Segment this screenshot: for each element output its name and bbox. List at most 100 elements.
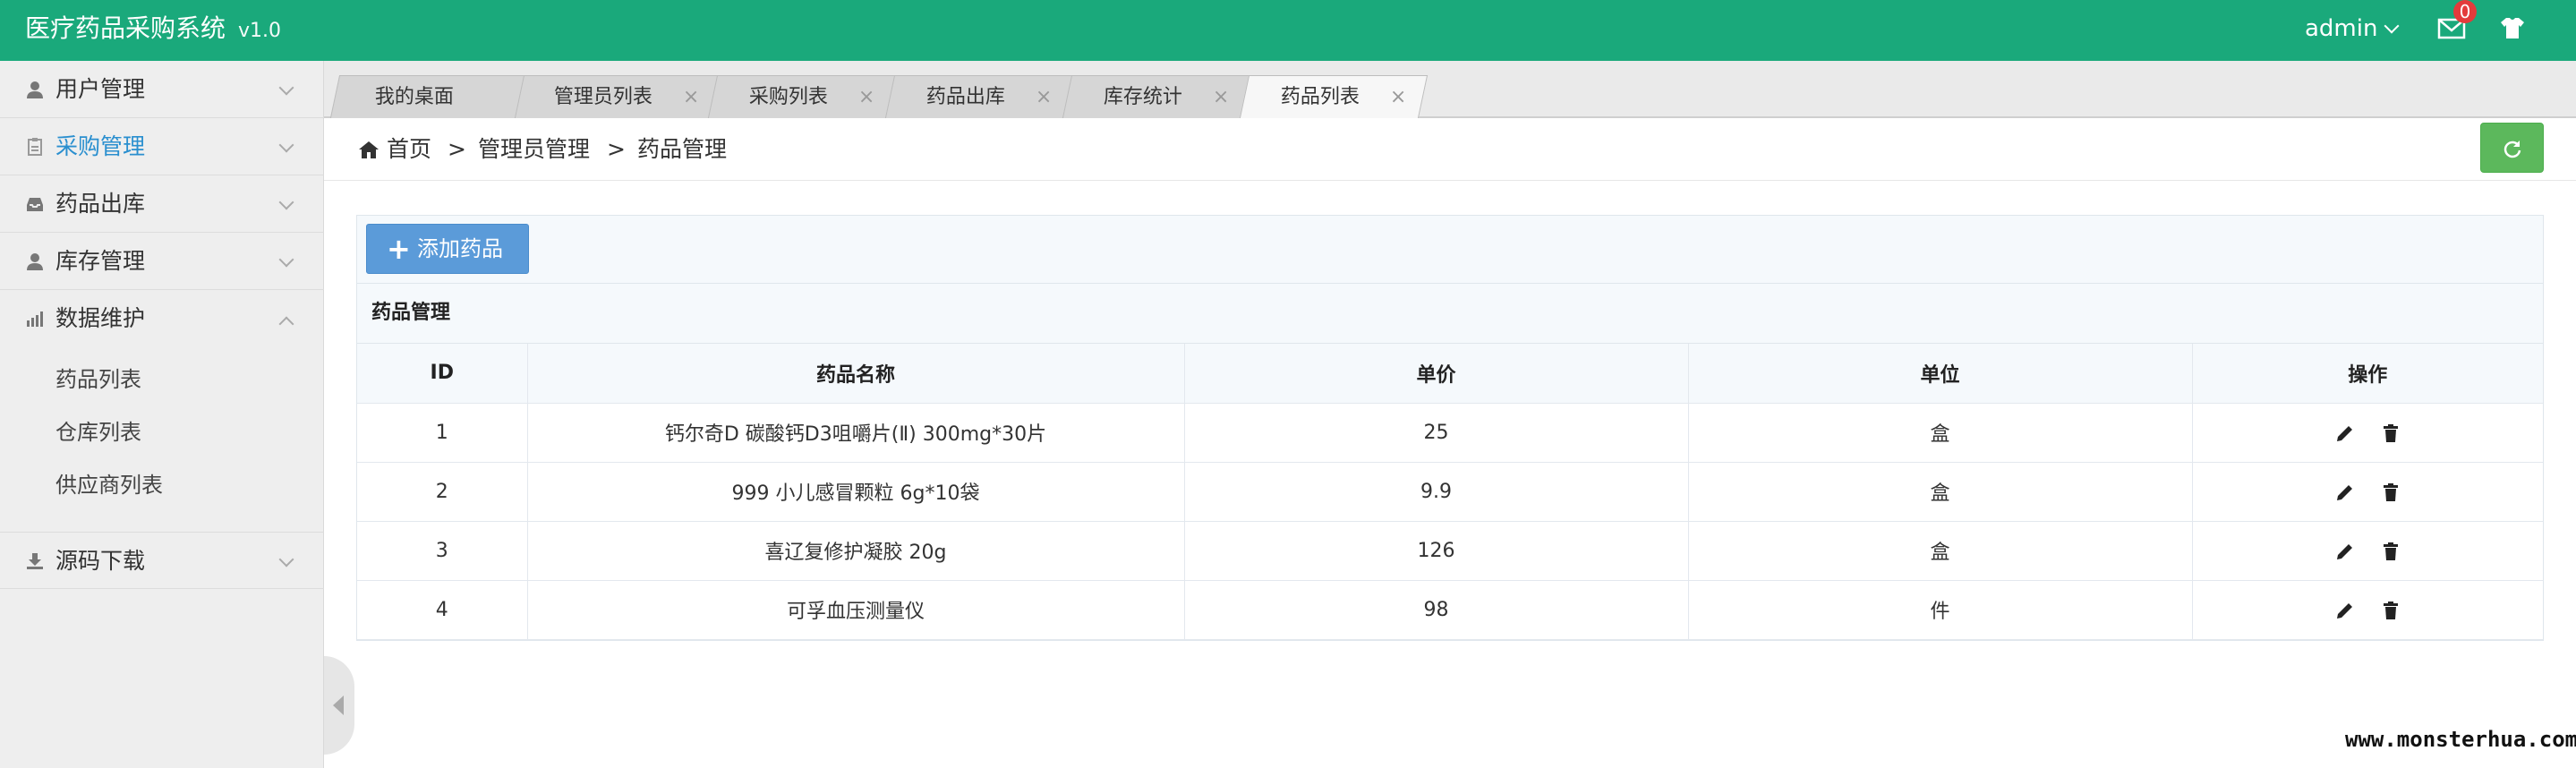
sidebar-item-source-download[interactable]: 源码下载 [0, 532, 324, 589]
breadcrumb-separator: > [607, 136, 626, 162]
add-drug-label: 添加药品 [417, 236, 503, 261]
tab-inventory-stats[interactable]: 库存统计 × [1062, 75, 1251, 119]
drug-table: ID 药品名称 单价 单位 操作 1 钙尔奇D 碳酸钙D3咀嚼片(Ⅱ) 300m… [357, 344, 2543, 640]
sidebar-item-label: 用户管理 [55, 76, 146, 102]
table-row: 1 钙尔奇D 碳酸钙D3咀嚼片(Ⅱ) 300mg*30片 25 盒 [357, 402, 2543, 463]
tab-admin-list[interactable]: 管理员列表 × [514, 75, 721, 119]
tshirt-icon[interactable] [2497, 14, 2528, 41]
user-icon [27, 253, 43, 270]
cell-actions [2191, 402, 2543, 463]
mail-count-badge: 0 [2453, 0, 2477, 23]
app-brand: 医疗药品采购系统 v1.0 [25, 11, 281, 49]
tab-label: 管理员列表 [553, 86, 653, 108]
cell-id: 4 [357, 579, 528, 640]
table-row: 3 喜辽复修护凝胶 20g 126 盒 [357, 520, 2543, 581]
add-drug-button[interactable]: + 添加药品 [366, 224, 529, 274]
edit-icon[interactable] [2334, 541, 2356, 562]
cell-name: 999 小儿感冒颗粒 6g*10袋 [526, 461, 1185, 522]
edit-icon[interactable] [2334, 600, 2356, 621]
cell-unit: 件 [1687, 579, 2193, 640]
tab-label: 药品出库 [925, 86, 1005, 108]
sidebar-item-inventory-management[interactable]: 库存管理 [0, 233, 324, 290]
cell-id: 2 [357, 461, 528, 522]
sidebar-item-purchase-management[interactable]: 采购管理 [0, 118, 324, 175]
top-header: 医疗药品采购系统 v1.0 admin 0 [0, 0, 2576, 61]
column-header-price: 单价 [1183, 344, 1689, 404]
sidebar-item-label: 药品出库 [55, 191, 146, 217]
submenu-item-warehouse-list[interactable]: 仓库列表 [55, 414, 141, 450]
sidebar-collapse-handle[interactable] [324, 656, 354, 755]
close-icon[interactable]: × [683, 76, 699, 119]
cell-actions [2191, 461, 2543, 522]
tab-drug-list[interactable]: 药品列表 × [1239, 75, 1429, 119]
sidebar: 用户管理 采购管理 药品出库 库存管理 数据维护 药品列表 仓库列表 供应商列表… [0, 61, 324, 768]
cell-price: 9.9 [1183, 461, 1689, 522]
drug-panel: + 添加药品 药品管理 ID 药品名称 单价 单位 操作 1 钙尔奇D 碳酸钙D… [356, 215, 2544, 641]
edit-icon[interactable] [2334, 422, 2356, 444]
submenu-item-supplier-list[interactable]: 供应商列表 [55, 467, 163, 503]
cell-unit: 盒 [1687, 520, 2193, 581]
sidebar-item-label: 采购管理 [55, 133, 146, 159]
download-icon [27, 553, 43, 569]
tab-label: 采购列表 [748, 86, 828, 108]
tab-my-desktop[interactable]: 我的桌面 [329, 75, 528, 118]
chevron-down-icon [278, 80, 294, 96]
column-header-name: 药品名称 [526, 344, 1185, 404]
cell-price: 126 [1183, 520, 1689, 581]
close-icon[interactable]: × [1213, 76, 1229, 119]
user-icon [27, 81, 43, 98]
app-version: v1.0 [238, 20, 282, 42]
edit-icon[interactable] [2334, 482, 2356, 503]
breadcrumb-separator: > [448, 136, 466, 162]
submenu-item-drug-list[interactable]: 药品列表 [55, 362, 141, 397]
refresh-button[interactable] [2480, 123, 2544, 173]
tab-drug-outbound[interactable]: 药品出库 × [884, 75, 1074, 119]
table-header-row: ID 药品名称 单价 单位 操作 [357, 344, 2543, 404]
chevron-down-icon [278, 551, 294, 567]
chevron-down-icon [278, 194, 294, 210]
tab-bar: 我的桌面 管理员列表 × 采购列表 × 药品出库 × 库存统计 × 药品列表 × [324, 61, 2576, 118]
chevron-down-icon [278, 252, 294, 268]
sidebar-item-label: 数据维护 [55, 305, 146, 331]
clipboard-icon [28, 138, 42, 156]
cell-actions [2191, 579, 2543, 640]
chevron-up-icon [278, 316, 294, 332]
cell-actions [2191, 520, 2543, 581]
trash-icon[interactable] [2380, 422, 2401, 444]
site-watermark: www.monsterhua.com [2345, 727, 2576, 752]
tab-purchase-list[interactable]: 采购列表 × [707, 75, 897, 119]
cell-name: 可孚血压测量仪 [526, 579, 1185, 640]
close-icon[interactable]: × [1390, 76, 1406, 119]
cell-id: 1 [357, 402, 528, 463]
table-row: 2 999 小儿感冒颗粒 6g*10袋 9.9 盒 [357, 461, 2543, 522]
chevron-down-icon [278, 137, 294, 153]
breadcrumb-admin-management[interactable]: 管理员管理 [478, 118, 590, 181]
user-name: admin [2305, 15, 2378, 42]
tab-label: 药品列表 [1280, 86, 1360, 108]
sidebar-item-label: 源码下载 [55, 548, 146, 574]
user-menu[interactable]: admin [2305, 11, 2400, 47]
sidebar-item-data-maintenance[interactable]: 数据维护 [0, 290, 324, 347]
breadcrumb-drug-management: 药品管理 [637, 136, 728, 162]
trash-icon[interactable] [2380, 541, 2401, 562]
breadcrumb-home[interactable]: 首页 [387, 118, 431, 181]
breadcrumb: 首页 > 管理员管理 > 药品管理 [324, 118, 2576, 181]
column-header-actions: 操作 [2191, 344, 2543, 404]
cell-price: 25 [1183, 402, 1689, 463]
trash-icon[interactable] [2380, 600, 2401, 621]
close-icon[interactable]: × [858, 76, 874, 119]
home-icon [359, 141, 379, 158]
tab-label: 库存统计 [1103, 86, 1182, 108]
tab-label: 我的桌面 [374, 86, 454, 108]
sidebar-item-label: 库存管理 [55, 248, 146, 274]
sidebar-item-user-management[interactable]: 用户管理 [0, 61, 324, 118]
panel-toolbar: + 添加药品 [357, 216, 2543, 284]
cell-name: 喜辽复修护凝胶 20g [526, 520, 1185, 581]
trash-icon[interactable] [2380, 482, 2401, 503]
cell-unit: 盒 [1687, 461, 2193, 522]
column-header-id: ID [357, 344, 528, 404]
plus-icon: + [387, 232, 411, 266]
close-icon[interactable]: × [1036, 76, 1052, 119]
sidebar-item-drug-outbound[interactable]: 药品出库 [0, 175, 324, 233]
chevron-down-icon [2384, 18, 2400, 34]
